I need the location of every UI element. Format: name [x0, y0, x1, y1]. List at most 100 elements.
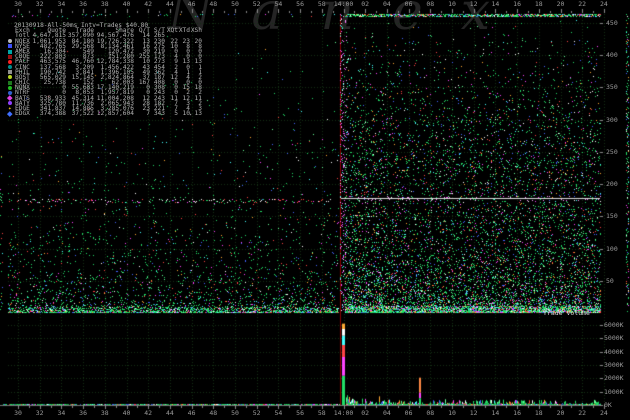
- time-tick-label-top: 30: [14, 0, 22, 8]
- time-tick-label-top: 46: [187, 0, 196, 8]
- time-tick-label-top: 44: [165, 0, 174, 8]
- time-tick-label-top: 50: [231, 0, 239, 8]
- interval-axis-tick-label: 250: [606, 147, 618, 156]
- table-cell-exch: EDGX: [15, 110, 30, 118]
- exchange-marker-icon: [8, 54, 12, 59]
- exchange-marker-cell: [8, 70, 15, 75]
- time-tick-label-top: 04: [382, 0, 391, 8]
- table-row: EDGX 374,388 37,522 12,857,604 7 343 5 10 13: [7, 110, 202, 118]
- table-cell-qt: 7: [146, 110, 150, 118]
- table-header-cell: XQt: [166, 27, 178, 35]
- nanex-chart-screen: Nanex Trade Volume 20130918-All-50ms Int…: [0, 0, 630, 420]
- table-cell-share: 12,857,604: [96, 110, 134, 118]
- table-cell-xsh: 13: [194, 110, 202, 118]
- exchange-marker-icon: [8, 49, 12, 54]
- exchange-marker-icon: [8, 75, 12, 80]
- time-tick-label-top: 54: [274, 0, 283, 8]
- exchange-marker-icon: [8, 44, 12, 49]
- exchange-marker-cell: [8, 80, 15, 85]
- table-header-cell: XTd: [178, 27, 190, 35]
- time-tick-label-top: 42: [144, 0, 153, 8]
- time-tick-label-bottom: 44: [165, 409, 174, 417]
- time-tick-label-top: 14: [491, 0, 500, 8]
- time-tick-label-bottom: 24: [599, 409, 608, 417]
- time-tick-label-top: 56: [296, 0, 305, 8]
- table-cell-trade: 37,522: [71, 110, 94, 118]
- time-tick-label-bottom: 40: [122, 409, 131, 417]
- exchange-marker-cell: [8, 59, 15, 64]
- time-tick-label-top: 48: [209, 0, 218, 8]
- time-tick-label-top: 32: [35, 0, 44, 8]
- time-tick-label-top: 22: [578, 0, 587, 8]
- time-tick-label-top: 08: [426, 0, 435, 8]
- volume-axis-tick-label: 5000K: [604, 334, 624, 343]
- exchange-marker-cell: [8, 65, 15, 70]
- time-tick-label-bottom: 22: [578, 409, 587, 417]
- interval-axis-tick-label: 300: [606, 115, 618, 124]
- volume-axis-tick-label: 0K: [604, 401, 612, 409]
- time-tick-label-bottom: 50: [231, 409, 239, 417]
- time-tick-label-bottom: 08: [426, 409, 435, 417]
- exchange-stats-table: 20130918-All-50ms Intv=Trades $40.80 Exc…: [7, 22, 202, 118]
- interval-axis-tick-label: 450: [606, 18, 618, 27]
- time-tick-label-bottom: 42: [144, 409, 153, 417]
- exchange-marker-cell: [8, 39, 15, 44]
- time-tick-label-bottom: 48: [209, 409, 218, 417]
- time-tick-label-bottom: 20: [556, 409, 565, 417]
- time-tick-label-top: 12: [469, 0, 478, 8]
- volume-axis-tick-label: 4000K: [604, 347, 624, 356]
- time-tick-label-top: 24: [599, 0, 608, 8]
- time-tick-label-top: 40: [122, 0, 131, 8]
- time-tick-label-top: 14:00: [333, 0, 354, 8]
- interval-axis-tick-label: 400: [606, 51, 618, 59]
- volume-axis-tick-label: 1000K: [604, 387, 624, 396]
- interval-axis-tick-label: 200: [606, 180, 618, 188]
- time-tick-label-bottom: 02: [361, 409, 370, 417]
- table-body: Totl 4,647,815 357,090 94,567,476 14 265 NQEX 1…: [7, 33, 202, 118]
- exchange-marker-cell: [8, 85, 15, 90]
- time-tick-label-bottom: 04: [382, 409, 391, 417]
- exchange-marker-icon: [8, 59, 12, 64]
- time-tick-label-bottom: 16: [513, 409, 522, 417]
- interval-axis-tick-label: 350: [606, 83, 618, 92]
- time-tick-label-bottom: 18: [534, 409, 543, 417]
- table-cell-st: 343: [153, 110, 165, 118]
- time-tick-label-top: 20: [556, 0, 565, 8]
- time-tick-label-top: 38: [100, 0, 109, 8]
- time-tick-label-bottom: 46: [187, 409, 196, 417]
- time-tick-label-top: 18: [534, 0, 543, 8]
- time-tick-label-bottom: 12: [469, 409, 478, 417]
- time-tick-label-bottom: 56: [296, 409, 305, 417]
- time-tick-label-bottom: 06: [404, 409, 413, 417]
- table-header-cell: XSh: [190, 27, 202, 35]
- time-tick-label-top: 10: [448, 0, 456, 8]
- exchange-marker-cell: [8, 49, 15, 54]
- exchange-marker-cell: [8, 44, 15, 49]
- time-tick-label-top: 06: [404, 0, 413, 8]
- time-tick-label-bottom: 52: [252, 409, 261, 417]
- table-cell-quote: 374,388: [39, 110, 66, 118]
- time-tick-label-bottom: 10: [448, 409, 456, 417]
- exchange-marker-icon: [7, 111, 13, 117]
- time-tick-label-top: 02: [361, 0, 370, 8]
- time-tick-label-bottom: 14:00: [333, 409, 354, 417]
- exchange-marker-icon: [8, 80, 12, 85]
- time-tick-label-bottom: 54: [274, 409, 283, 417]
- exchange-marker-icon: [8, 70, 12, 75]
- volume-axis-tick-label: 3000K: [604, 361, 624, 369]
- table-cell-xtd: 10: [182, 110, 190, 118]
- exchange-marker-icon: [8, 85, 12, 90]
- time-tick-label-bottom: 32: [35, 409, 44, 417]
- exchange-marker-icon: [8, 65, 12, 70]
- time-tick-label-bottom: 34: [57, 409, 66, 417]
- exchange-marker-icon: [8, 39, 12, 44]
- time-tick-label-top: 36: [79, 0, 88, 8]
- time-tick-label-bottom: 58: [317, 409, 326, 417]
- interval-axis-tick-label: 150: [606, 212, 618, 221]
- volume-axis-tick-label: 6000K: [604, 321, 624, 329]
- time-tick-label-bottom: 38: [100, 409, 109, 417]
- time-tick-label-top: 52: [252, 0, 261, 8]
- exchange-marker-cell: [8, 75, 15, 80]
- time-tick-label-bottom: 36: [79, 409, 88, 417]
- exchange-marker-cell: [8, 54, 15, 59]
